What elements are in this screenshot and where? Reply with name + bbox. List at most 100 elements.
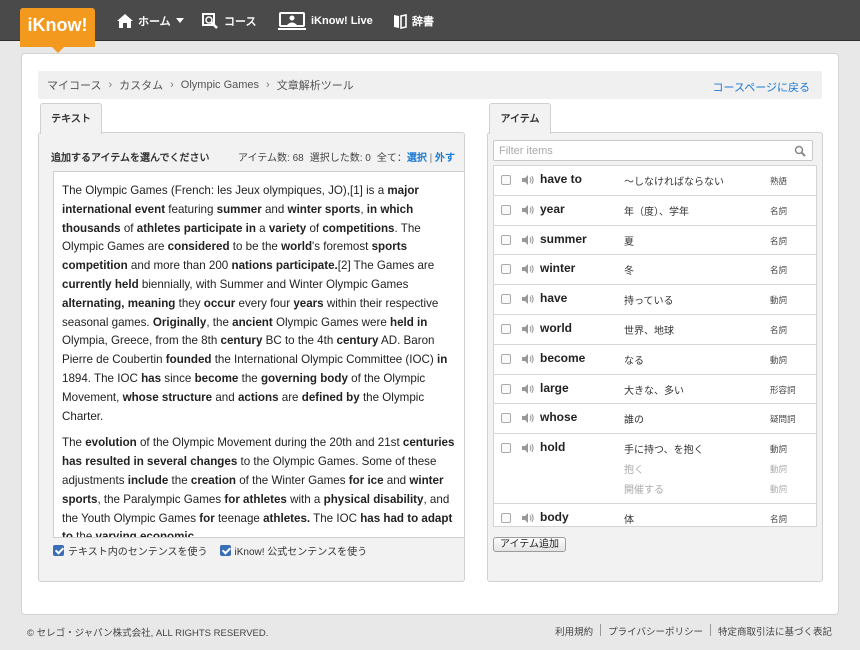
analyzed-phrase[interactable]: Originally	[153, 316, 206, 329]
item-checkbox[interactable]	[501, 443, 511, 454]
nav-live[interactable]: iKnow! Live	[277, 0, 373, 41]
item-checkbox[interactable]	[501, 204, 511, 215]
analyzed-phrase[interactable]: nations participate.	[231, 259, 337, 272]
nav-dictionary[interactable]: 辞書	[392, 0, 434, 41]
item-checkbox[interactable]	[501, 234, 511, 245]
text-paragraph: The Olympic Games (French: les Jeux olym…	[62, 184, 448, 423]
analyzed-phrase[interactable]: century	[221, 334, 263, 347]
analyzed-phrase[interactable]: occur	[204, 297, 236, 310]
analyzed-phrase[interactable]: winter sports	[288, 203, 361, 216]
book-icon	[394, 13, 407, 29]
speaker-icon[interactable]	[521, 512, 535, 526]
analyzed-phrase[interactable]: world	[281, 240, 312, 253]
item-list: have to 〜しなければならない 熟語 year 年（度）、学年 名詞 summer 夏名…	[493, 165, 817, 527]
speaker-icon[interactable]	[521, 174, 535, 189]
filter-box	[493, 140, 813, 161]
item-checkbox[interactable]	[501, 513, 511, 524]
analyzed-phrase[interactable]: creation	[191, 474, 236, 487]
analyzed-phrase[interactable]: has	[141, 372, 161, 385]
analyzed-phrase[interactable]: held in	[390, 316, 427, 329]
tab-items[interactable]: アイテム	[489, 103, 551, 134]
analyzed-phrase[interactable]: evolution	[85, 436, 137, 449]
analyzed-phrase[interactable]: competitions	[322, 222, 394, 235]
analyzed-phrase[interactable]: century	[337, 334, 379, 347]
analyzed-phrase[interactable]: in	[437, 353, 447, 366]
footer-link[interactable]: 特定商取引法に基づく表記	[718, 624, 832, 638]
nav-course[interactable]: コース	[202, 0, 256, 41]
item-count: アイテム数: 68	[238, 153, 304, 164]
breadcrumb-item[interactable]: Olympic Games	[181, 79, 259, 91]
text-sentences-checkbox[interactable]	[53, 545, 64, 556]
analyzed-phrase[interactable]: alternating, meaning	[62, 297, 175, 310]
analyzed-phrase[interactable]: years	[293, 297, 323, 310]
analyzed-phrase[interactable]: physical disability	[324, 493, 424, 506]
analyzed-phrase[interactable]: include	[128, 474, 169, 487]
item-checkbox[interactable]	[501, 323, 511, 334]
analyzed-phrase[interactable]: defined by	[302, 391, 360, 404]
item-meaning: 〜しなければならない	[624, 177, 724, 188]
analyzed-phrase[interactable]: considered	[168, 240, 230, 253]
tab-text[interactable]: テキスト	[40, 103, 102, 134]
item-checkbox[interactable]	[501, 175, 511, 185]
panel-title: 追加するアイテムを選んでください	[51, 153, 210, 164]
item-checkbox[interactable]	[501, 353, 511, 364]
text-sentences-option[interactable]: テキスト内のセンテンスを使う	[53, 543, 208, 558]
analyzed-phrase[interactable]: ancient	[232, 316, 273, 329]
item-word: summer	[540, 231, 587, 246]
add-items-button[interactable]: アイテム追加	[493, 537, 566, 552]
official-sentences-checkbox[interactable]	[219, 545, 231, 556]
analyzed-phrase[interactable]: for ice	[349, 474, 384, 487]
analyzed-phrase[interactable]: for athletes	[224, 493, 287, 506]
nav-home[interactable]: ホーム	[116, 0, 184, 41]
link-separator: |	[429, 153, 433, 164]
analyzed-phrase[interactable]: governing body	[261, 372, 348, 385]
analyzed-phrase[interactable]: athletes participate in	[137, 222, 256, 235]
item-counts: アイテム数: 68 選択した数: 0 全て：選択 | 外す	[232, 149, 455, 164]
item-row: world 世界、地球 名詞	[494, 315, 816, 345]
deselect-all-link[interactable]: 外す	[435, 153, 455, 164]
analyzed-phrase[interactable]: whose structure	[123, 391, 213, 404]
analyzed-phrase[interactable]: actions	[238, 391, 279, 404]
item-row: year 年（度）、学年 名詞	[494, 196, 816, 226]
analyzed-phrase[interactable]: founded	[166, 353, 212, 366]
speaker-icon[interactable]	[521, 323, 535, 338]
analyzed-phrase[interactable]: summer	[217, 203, 262, 216]
source-text-box[interactable]: The Olympic Games (French: les Jeux olym…	[53, 171, 465, 538]
official-sentences-option[interactable]: iKnow! 公式センテンスを使う	[219, 543, 367, 558]
breadcrumb-item[interactable]: マイコース	[47, 77, 101, 93]
footer-divider	[600, 624, 602, 636]
speaker-icon[interactable]	[521, 383, 535, 398]
breadcrumb-item[interactable]: カスタム	[119, 77, 163, 93]
item-part-of-speech: 動詞	[770, 444, 788, 455]
item-word: large	[540, 380, 569, 395]
item-checkbox[interactable]	[501, 413, 511, 424]
analyzed-phrase[interactable]: currently held	[62, 278, 139, 291]
course-page-link[interactable]: コースページに戻る	[713, 71, 810, 99]
footer-link[interactable]: プライバシーポリシー	[608, 624, 703, 638]
speaker-icon[interactable]	[521, 412, 535, 427]
analyzed-phrase[interactable]: for	[199, 512, 214, 525]
footer-link[interactable]: 利用規約	[555, 624, 593, 638]
speaker-icon[interactable]	[521, 234, 535, 249]
analyzed-phrase[interactable]: varying economic,	[96, 530, 198, 537]
select-all-link[interactable]: 選択	[407, 153, 427, 164]
analyzed-phrase[interactable]: variety	[269, 222, 306, 235]
item-checkbox[interactable]	[501, 264, 511, 275]
speaker-icon[interactable]	[521, 204, 535, 219]
item-part-of-speech: 名詞	[770, 205, 788, 216]
speaker-icon[interactable]	[521, 263, 535, 278]
speaker-icon[interactable]	[521, 293, 535, 308]
item-checkbox[interactable]	[501, 383, 511, 394]
speaker-icon[interactable]	[521, 353, 535, 368]
iknow-logo[interactable]: iKnow!	[20, 8, 95, 53]
chevron-right-icon: ›	[266, 79, 270, 91]
item-row: summer 夏 名詞	[494, 226, 816, 256]
filter-input[interactable]	[494, 141, 784, 160]
analyzed-phrase[interactable]: athletes.	[263, 512, 310, 525]
item-word: year	[540, 201, 565, 216]
analyzed-phrase[interactable]: become	[195, 372, 239, 385]
search-icon[interactable]	[794, 145, 806, 157]
item-checkbox[interactable]	[501, 294, 511, 305]
item-row: become なる 動詞	[494, 345, 816, 375]
speaker-icon[interactable]	[521, 442, 535, 457]
